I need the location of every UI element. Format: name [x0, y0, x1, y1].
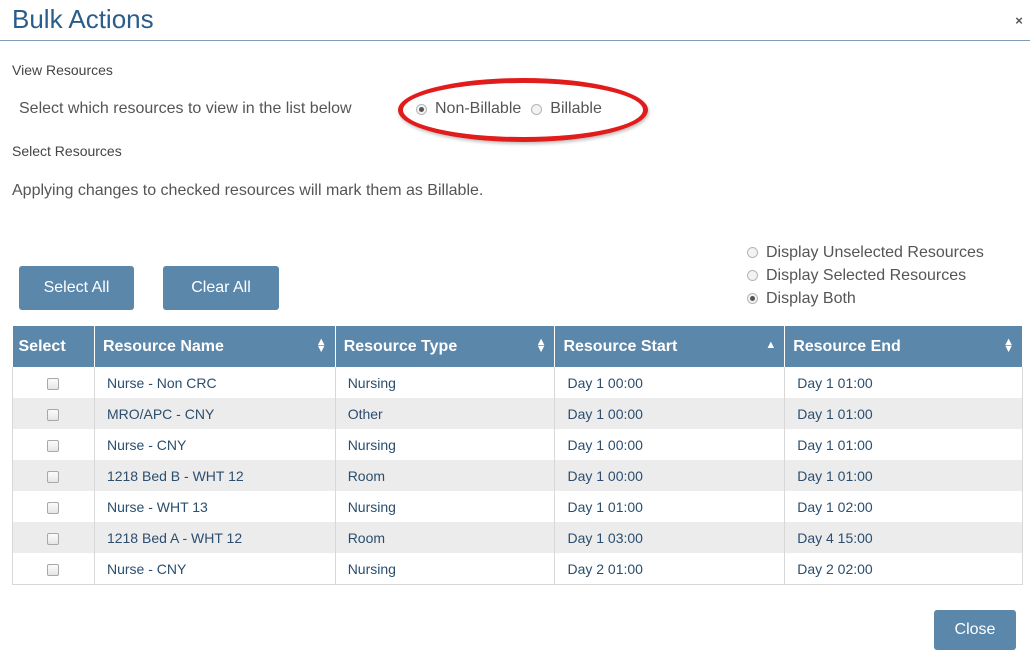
billable-radio[interactable]: Billable — [531, 100, 602, 118]
table-row: Nurse - CNY Nursing Day 1 00:00 Day 1 01… — [12, 429, 1023, 460]
display-unselected-radio[interactable]: Display Unselected Resources — [747, 241, 984, 264]
display-selected-radio[interactable]: Display Selected Resources — [747, 264, 984, 287]
resource-type-cell: Nursing — [335, 429, 556, 460]
resource-name-cell: Nurse - CNY — [94, 429, 336, 460]
column-header-resource-end[interactable]: Resource End ▲ ▼ — [784, 326, 1023, 367]
row-select-cell — [12, 553, 95, 585]
select-all-button[interactable]: Select All — [19, 266, 134, 310]
view-resources-label: View Resources — [12, 62, 113, 78]
close-button[interactable]: Close — [934, 610, 1016, 650]
display-options-radio-group: Display Unselected Resources Display Sel… — [747, 241, 984, 310]
table-row: Nurse - CNY Nursing Day 2 01:00 Day 2 02… — [12, 553, 1023, 585]
display-selected-radio-icon[interactable] — [747, 270, 758, 281]
row-select-cell — [12, 491, 95, 522]
row-checkbox[interactable] — [47, 501, 60, 514]
resource-name-cell: Nurse - Non CRC — [94, 367, 336, 398]
row-checkbox[interactable] — [47, 563, 60, 576]
close-icon[interactable]: × — [1012, 14, 1026, 28]
row-checkbox[interactable] — [47, 439, 60, 452]
table-header-row: Select Resource Name ▲ ▼ Resource Type ▲ ▼ R… — [12, 326, 1023, 367]
resource-type-cell: Nursing — [335, 491, 556, 522]
row-select-cell — [12, 460, 95, 491]
resource-start-cell: Day 1 00:00 — [554, 367, 786, 398]
column-header-select: Select — [12, 326, 95, 367]
billable-radio-icon[interactable] — [531, 103, 543, 115]
view-resources-prompt: Select which resources to view in the li… — [19, 100, 352, 117]
column-header-resource-start[interactable]: Resource Start ▲ — [554, 326, 786, 367]
column-header-resource-type[interactable]: Resource Type ▲ ▼ — [335, 326, 556, 367]
resource-name-cell: 1218 Bed B - WHT 12 — [94, 460, 336, 491]
display-unselected-radio-icon[interactable] — [747, 247, 758, 258]
resource-end-cell: Day 1 01:00 — [784, 367, 1023, 398]
resource-end-cell: Day 1 01:00 — [784, 460, 1023, 491]
resource-name-cell: MRO/APC - CNY — [94, 398, 336, 429]
resource-type-cell: Room — [335, 460, 556, 491]
resource-start-cell: Day 1 00:00 — [554, 460, 786, 491]
table-row: Nurse - WHT 13 Nursing Day 1 01:00 Day 1… — [12, 491, 1023, 522]
row-checkbox[interactable] — [47, 470, 60, 483]
resource-end-cell: Day 2 02:00 — [784, 553, 1023, 585]
billing-filter-radio-group: Non-Billable Billable — [416, 100, 612, 118]
non-billable-radio-icon[interactable] — [416, 103, 427, 115]
resource-type-cell: Other — [335, 398, 556, 429]
resource-start-cell: Day 1 03:00 — [554, 522, 786, 553]
resource-start-cell: Day 1 01:00 — [554, 491, 786, 522]
display-both-label: Display Both — [766, 289, 856, 307]
sort-both-icon[interactable]: ▲ ▼ — [536, 337, 547, 355]
table-row: 1218 Bed B - WHT 12 Room Day 1 00:00 Day… — [12, 460, 1023, 491]
sort-both-icon[interactable]: ▲ ▼ — [1003, 337, 1014, 355]
non-billable-radio[interactable]: Non-Billable — [416, 100, 521, 118]
resource-start-cell: Day 2 01:00 — [554, 553, 786, 585]
resource-type-cell: Nursing — [335, 367, 556, 398]
title-divider — [0, 40, 1030, 41]
resource-end-cell: Day 4 15:00 — [784, 522, 1023, 553]
row-select-cell — [12, 367, 95, 398]
row-select-cell — [12, 522, 95, 553]
resource-name-cell: Nurse - WHT 13 — [94, 491, 336, 522]
resource-name-cell: 1218 Bed A - WHT 12 — [94, 522, 336, 553]
table-row: MRO/APC - CNY Other Day 1 00:00 Day 1 01… — [12, 398, 1023, 429]
resource-type-cell: Nursing — [335, 553, 556, 585]
table-row: 1218 Bed A - WHT 12 Room Day 1 03:00 Day… — [12, 522, 1023, 553]
resource-start-cell: Day 1 00:00 — [554, 429, 786, 460]
sort-both-icon[interactable]: ▲ ▼ — [316, 337, 327, 355]
display-both-radio[interactable]: Display Both — [747, 287, 984, 310]
clear-all-button[interactable]: Clear All — [163, 266, 279, 310]
display-unselected-label: Display Unselected Resources — [766, 243, 984, 261]
row-checkbox[interactable] — [47, 377, 60, 390]
billable-radio-label: Billable — [550, 100, 602, 117]
row-checkbox[interactable] — [47, 408, 60, 421]
resource-type-cell: Room — [335, 522, 556, 553]
table-row: Nurse - Non CRC Nursing Day 1 00:00 Day … — [12, 367, 1023, 398]
row-checkbox[interactable] — [47, 532, 60, 545]
resource-start-cell: Day 1 00:00 — [554, 398, 786, 429]
resource-end-cell: Day 1 01:00 — [784, 398, 1023, 429]
select-resources-label: Select Resources — [12, 143, 122, 159]
dialog-title: Bulk Actions — [12, 4, 154, 34]
resource-name-cell: Nurse - CNY — [94, 553, 336, 585]
resource-end-cell: Day 1 01:00 — [784, 429, 1023, 460]
resource-end-cell: Day 1 02:00 — [784, 491, 1023, 522]
row-select-cell — [12, 398, 95, 429]
column-header-resource-name[interactable]: Resource Name ▲ ▼ — [94, 326, 336, 367]
resources-table: Select Resource Name ▲ ▼ Resource Type ▲ ▼ R… — [12, 326, 1023, 585]
display-selected-label: Display Selected Resources — [766, 266, 967, 284]
row-select-cell — [12, 429, 95, 460]
display-both-radio-icon[interactable] — [747, 293, 758, 304]
billable-note: Applying changes to checked resources wi… — [12, 182, 484, 199]
non-billable-radio-label: Non-Billable — [435, 100, 522, 117]
sort-ascending-icon[interactable]: ▲ — [765, 340, 776, 351]
